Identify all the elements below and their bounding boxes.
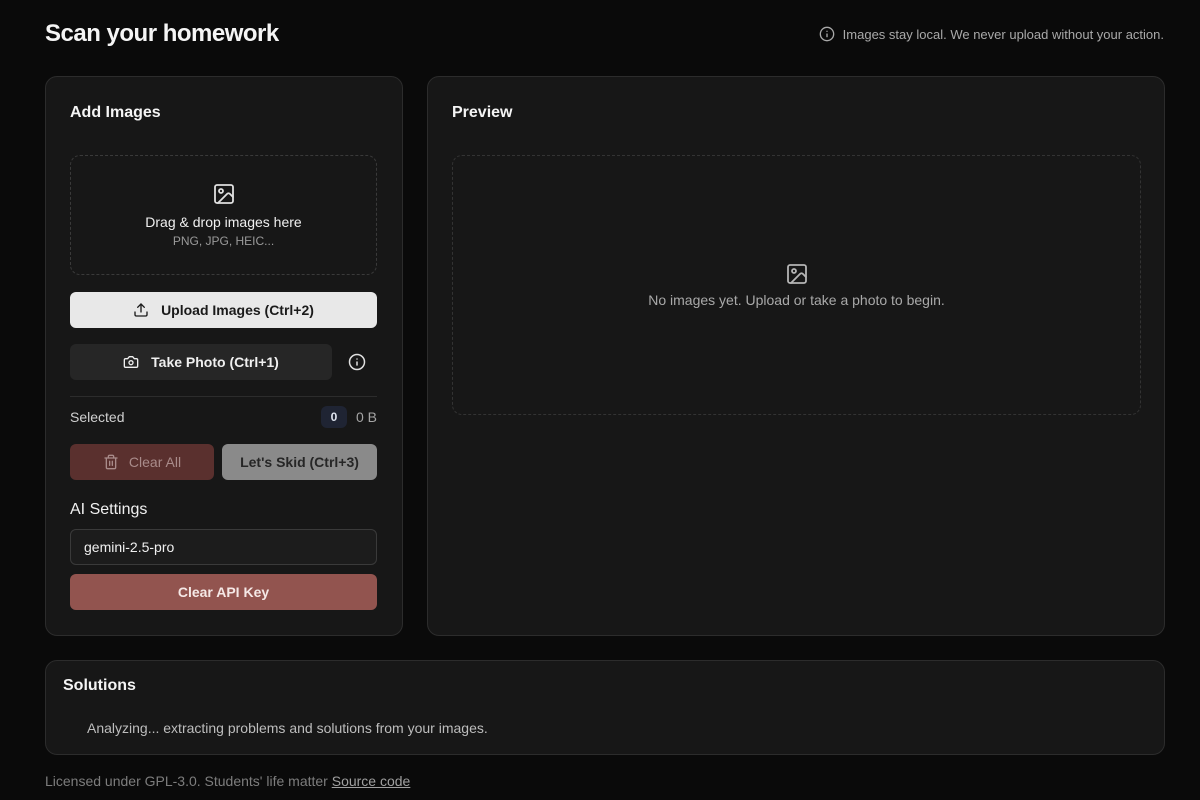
solutions-card: Solutions Analyzing... extracting proble…	[45, 660, 1165, 755]
clear-api-key-button[interactable]: Clear API Key	[70, 574, 377, 610]
solutions-title: Solutions	[63, 677, 136, 694]
ai-settings-heading: AI Settings	[70, 501, 148, 518]
selected-count-badge: 0	[321, 406, 347, 428]
preview-card: Preview No images yet. Upload or take a …	[427, 76, 1165, 636]
license-text: Licensed under GPL-3.0. Students' life m…	[45, 773, 328, 789]
preview-empty-message: No images yet. Upload or take a photo to…	[648, 292, 945, 308]
model-input[interactable]	[70, 529, 377, 565]
footer: Licensed under GPL-3.0. Students' life m…	[45, 773, 410, 789]
add-images-card: Add Images Drag & drop images here PNG, …	[45, 76, 403, 636]
clear-all-label: Clear All	[128, 454, 182, 470]
dropzone-formats: PNG, JPG, HEIC...	[172, 234, 275, 248]
preview-title: Preview	[452, 104, 513, 121]
source-code-link[interactable]: Source code	[332, 773, 411, 789]
clear-all-button[interactable]: Clear All	[70, 444, 214, 480]
trash-icon	[104, 454, 118, 470]
lets-skid-label: Let's Skid (Ctrl+3)	[240, 454, 359, 470]
privacy-note: Images stay local. We never upload witho…	[819, 26, 1164, 42]
divider	[70, 396, 377, 397]
upload-images-button[interactable]: Upload Images (Ctrl+2)	[70, 292, 377, 328]
image-dropzone[interactable]: Drag & drop images here PNG, JPG, HEIC..…	[70, 155, 377, 275]
upload-icon	[134, 303, 148, 317]
image-icon	[786, 264, 807, 284]
page-title: Scan your homework	[45, 20, 279, 47]
privacy-note-text: Images stay local. We never upload witho…	[842, 26, 1164, 42]
lets-skid-button[interactable]: Let's Skid (Ctrl+3)	[222, 444, 377, 480]
solutions-status: Analyzing... extracting problems and sol…	[87, 720, 488, 736]
take-photo-button[interactable]: Take Photo (Ctrl+1)	[70, 344, 332, 380]
camera-icon	[123, 356, 139, 368]
take-photo-label: Take Photo (Ctrl+1)	[151, 354, 279, 370]
app-root: Scan your homework Images stay local. We…	[0, 0, 1200, 800]
clear-api-key-label: Clear API Key	[177, 584, 270, 600]
dropzone-main-text: Drag & drop images here	[145, 214, 302, 230]
selected-size: 0 B	[355, 409, 377, 425]
add-images-title: Add Images	[70, 104, 161, 121]
info-icon[interactable]	[348, 353, 366, 371]
preview-area: No images yet. Upload or take a photo to…	[452, 155, 1141, 415]
selected-label: Selected	[70, 409, 125, 425]
image-icon	[213, 184, 234, 204]
info-icon	[819, 26, 835, 42]
upload-images-label: Upload Images (Ctrl+2)	[161, 302, 314, 318]
